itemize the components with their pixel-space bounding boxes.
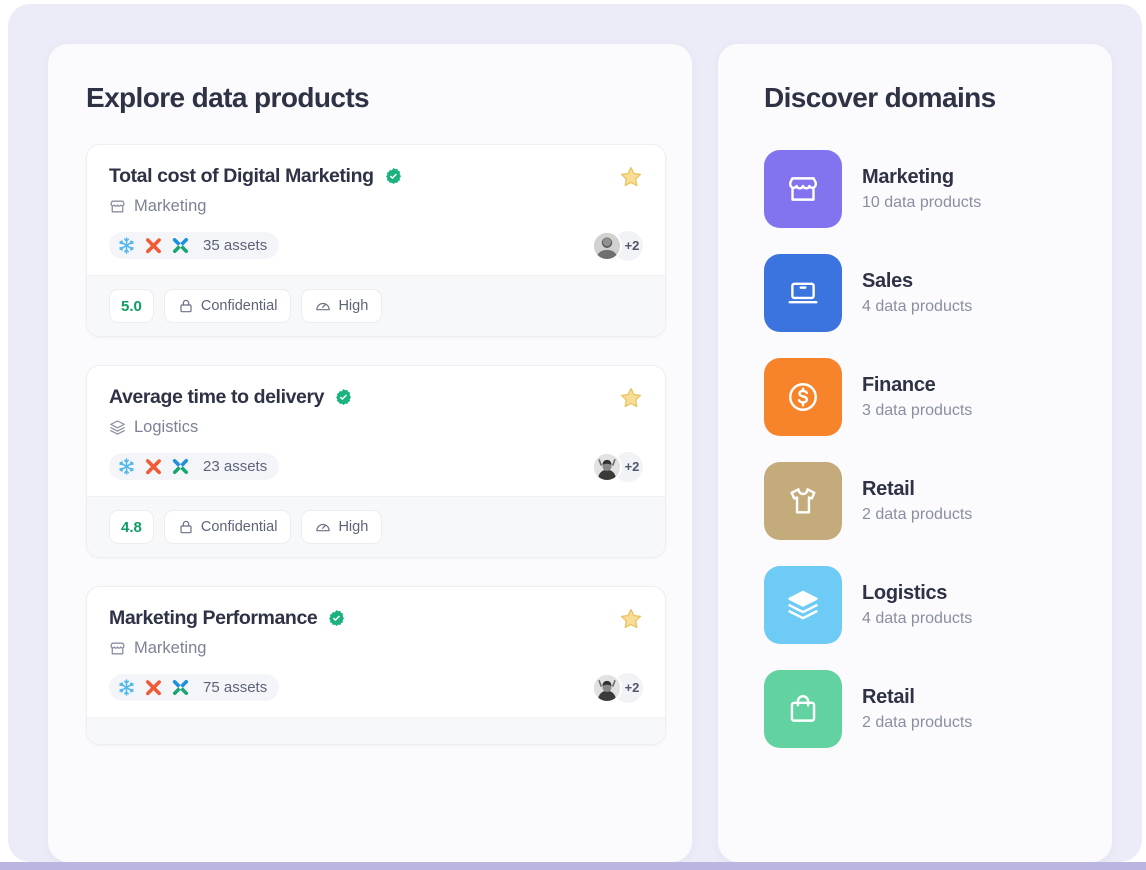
domain-name: Logistics <box>862 582 948 604</box>
dbt-icon <box>145 680 162 696</box>
domain-tile <box>764 462 842 540</box>
avatar <box>592 451 622 482</box>
domain-list-item-marketing[interactable]: Marketing 10 data products <box>764 150 1090 228</box>
domain-product-count: 10 data products <box>862 194 982 211</box>
snowflake-icon <box>119 458 134 475</box>
domain-list-item-sales[interactable]: Sales 4 data products <box>764 254 1090 332</box>
criticality-label: High <box>338 519 369 535</box>
domain-product-count: 4 data products <box>862 610 973 627</box>
tshirt-icon <box>790 488 816 514</box>
person-avatar-icon <box>594 674 620 701</box>
data-product-domain: Logistics <box>134 418 199 436</box>
tech-stack-pill: 75 assets <box>109 674 280 701</box>
dbt-icon <box>145 459 162 475</box>
star-icon <box>620 166 642 187</box>
data-product-title: Marketing Performance <box>109 607 318 629</box>
layers-icon <box>788 590 818 620</box>
storefront-icon <box>110 642 125 655</box>
star-icon <box>620 608 642 629</box>
airflow-icon <box>172 679 189 696</box>
data-product-card[interactable]: Marketing Performance Marketing 75 asset… <box>86 586 666 745</box>
laptop-icon <box>788 282 818 304</box>
domain-name: Finance <box>862 374 936 396</box>
snowflake-icon <box>119 679 134 696</box>
domain-name: Retail <box>862 686 915 708</box>
domain-tile <box>764 566 842 644</box>
domain-product-count: 2 data products <box>862 714 973 731</box>
data-product-domain: Marketing <box>134 197 207 215</box>
airflow-icon <box>172 458 189 475</box>
verified-badge-icon <box>336 388 352 405</box>
domain-list-item-logistics[interactable]: Logistics 4 data products <box>764 566 1090 644</box>
gauge-icon <box>316 523 331 532</box>
tech-stack-pill: 23 assets <box>109 453 280 480</box>
discover-domains-title: Discover domains <box>764 82 996 113</box>
favorite-star-button[interactable] <box>619 165 643 189</box>
data-product-card[interactable]: Average time to delivery Logistics 23 as… <box>86 365 666 558</box>
dbt-icon <box>145 238 162 254</box>
domain-product-count: 2 data products <box>862 506 973 523</box>
domain-product-count: 4 data products <box>862 298 973 315</box>
classification-chip[interactable]: Confidential <box>163 289 292 323</box>
assets-count: 35 assets <box>203 237 268 254</box>
tech-stack-pill: 35 assets <box>109 232 280 259</box>
criticality-chip[interactable]: High <box>301 289 383 323</box>
assets-count: 75 assets <box>203 679 268 696</box>
domain-tile <box>764 670 842 748</box>
bottom-accent-bar <box>0 862 1146 870</box>
rating-chip: 5.0 <box>109 289 154 323</box>
lock-icon <box>180 520 192 534</box>
criticality-label: High <box>338 298 369 314</box>
layers-icon <box>110 420 125 435</box>
classification-chip[interactable]: Confidential <box>163 510 292 544</box>
favorite-star-button[interactable] <box>619 607 643 631</box>
data-product-title: Average time to delivery <box>109 386 325 408</box>
domain-tile <box>764 150 842 228</box>
favorite-star-button[interactable] <box>619 386 643 410</box>
avatar <box>592 672 622 703</box>
page-title: Explore data products <box>86 82 370 113</box>
classification-label: Confidential <box>200 298 278 314</box>
data-product-domain: Marketing <box>134 639 207 657</box>
card-footer: 4.8 Confidential High <box>87 496 665 557</box>
avatar-group[interactable]: +2 <box>592 230 643 261</box>
domain-list-item-retail-2[interactable]: Retail 2 data products <box>764 670 1090 748</box>
domain-tile <box>764 254 842 332</box>
dollar-coin-icon <box>789 383 817 411</box>
storefront-icon <box>110 200 125 213</box>
data-product-title: Total cost of Digital Marketing <box>109 165 374 187</box>
assets-count: 23 assets <box>203 458 268 475</box>
star-icon <box>620 387 642 408</box>
data-product-card[interactable]: Total cost of Digital Marketing Marketin… <box>86 144 666 337</box>
domain-product-count: 3 data products <box>862 402 973 419</box>
card-footer: 5.0 Confidential High <box>87 275 665 336</box>
person-avatar-icon <box>594 232 620 259</box>
lock-icon <box>180 299 192 313</box>
app-shell: Explore data products Total cost of Digi… <box>8 4 1142 862</box>
gauge-icon <box>316 302 331 311</box>
domain-list-item-finance[interactable]: Finance 3 data products <box>764 358 1090 436</box>
snowflake-icon <box>119 237 134 254</box>
domain-name: Marketing <box>862 166 954 188</box>
airflow-icon <box>172 237 189 254</box>
domain-name: Sales <box>862 270 913 292</box>
rating-chip: 4.8 <box>109 510 154 544</box>
card-footer <box>87 717 665 744</box>
criticality-chip[interactable]: High <box>301 510 383 544</box>
domain-name: Retail <box>862 478 915 500</box>
classification-label: Confidential <box>200 519 278 535</box>
domain-tile <box>764 358 842 436</box>
avatar-group[interactable]: +2 <box>592 451 643 482</box>
avatar <box>592 230 622 261</box>
domain-list-item-retail[interactable]: Retail 2 data products <box>764 462 1090 540</box>
discover-domains-panel: Discover domains Marketing 10 data produ… <box>718 44 1112 862</box>
person-avatar-icon <box>594 453 620 480</box>
explore-data-products-panel: Explore data products Total cost of Digi… <box>48 44 692 862</box>
verified-badge-icon <box>385 167 401 184</box>
storefront-icon <box>789 177 817 201</box>
shopping-bag-icon <box>790 695 816 722</box>
avatar-group[interactable]: +2 <box>592 672 643 703</box>
verified-badge-icon <box>329 609 345 626</box>
